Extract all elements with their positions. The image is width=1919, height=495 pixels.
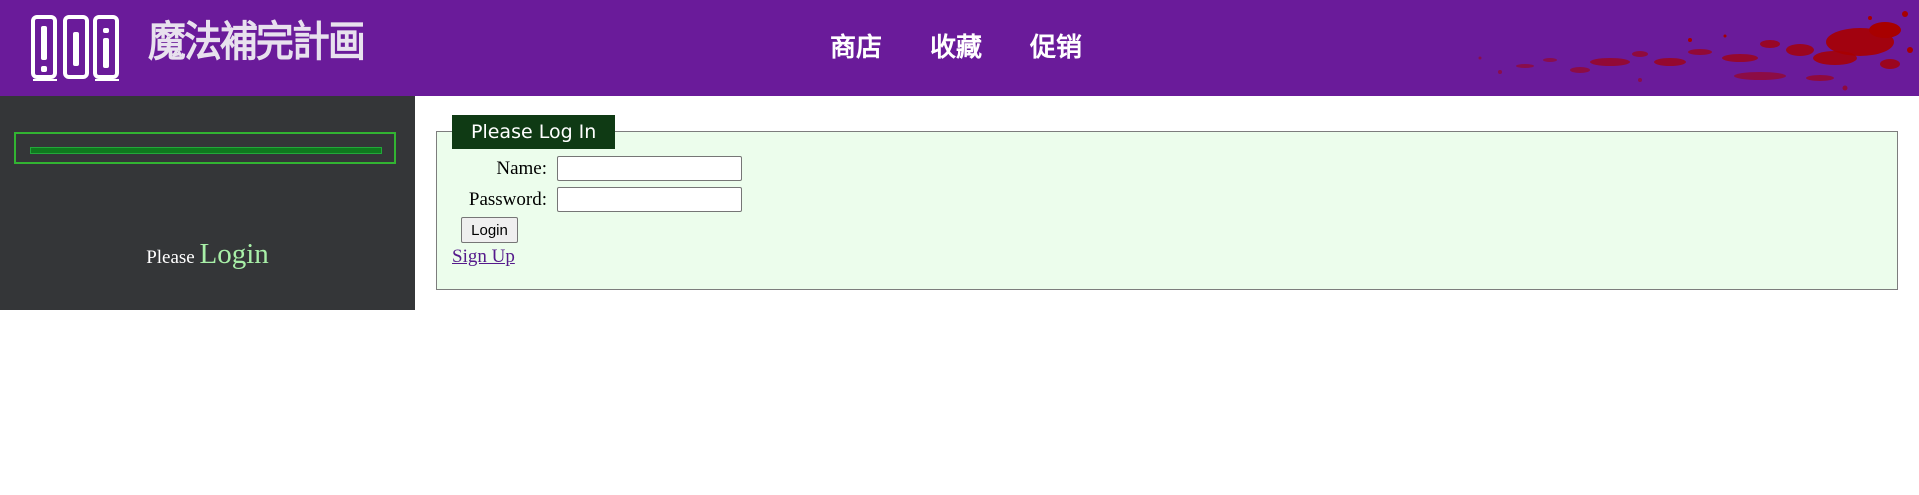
nav-item-favorites[interactable]: 收藏 — [930, 30, 982, 66]
password-input[interactable] — [557, 187, 742, 212]
login-legend: Please Log In — [452, 115, 616, 149]
name-label: Name: — [496, 157, 547, 179]
password-row: Password: — [436, 187, 742, 212]
login-button[interactable]: Login — [461, 217, 518, 243]
password-label: Password: — [468, 188, 547, 210]
main-nav: 商店 收藏 促销 — [830, 30, 1130, 66]
sign-up-link[interactable]: Sign Up — [452, 246, 515, 268]
books-icon[interactable] — [30, 14, 122, 87]
site-header: 魔法補完計画 商店 收藏 促销 — [0, 0, 1919, 96]
please-login-prompt: Please Login — [0, 238, 415, 271]
status-bar — [30, 147, 382, 154]
blood-splatter-decoration — [1440, 0, 1919, 96]
sidebar-login-link[interactable]: Login — [200, 238, 269, 270]
name-row: Name: — [436, 156, 742, 181]
nav-item-promotions[interactable]: 促销 — [1030, 30, 1082, 66]
site-brand[interactable]: 魔法補完計画 — [148, 18, 366, 66]
nav-item-shop[interactable]: 商店 — [830, 30, 882, 66]
please-text: Please — [146, 247, 195, 268]
sidebar: Please Login — [0, 96, 415, 310]
name-input[interactable] — [557, 156, 742, 181]
status-box — [14, 132, 396, 164]
